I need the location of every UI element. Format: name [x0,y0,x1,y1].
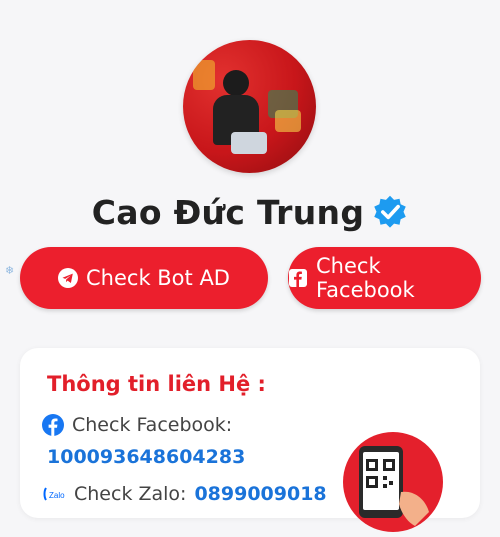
facebook-icon [288,268,308,288]
profile-header: Cao Đức Trung [0,188,500,236]
zalo-number-link[interactable]: 0899009018 [194,483,326,505]
telegram-icon [58,268,78,288]
facebook-id-link[interactable]: 100093648604283 [47,446,245,468]
facebook-contact-row: Check Facebook: [42,414,232,436]
qr-phone-icon [343,432,443,532]
check-facebook-label: Check Facebook [316,254,415,302]
verified-badge-icon [372,194,408,230]
facebook-contact-label: Check Facebook: [72,414,233,436]
check-bot-label: Check Bot AD [86,266,230,290]
profile-name: Cao Đức Trung [91,192,365,232]
contact-title: Thông tin liên Hệ : [47,372,266,396]
avatar [183,40,316,173]
check-facebook-button[interactable]: Check Facebook [288,247,481,309]
zalo-contact-label: Check Zalo: [74,483,187,505]
zalo-contact-row: Zalo Check Zalo: 0899009018 [42,483,327,505]
svg-text:Zalo: Zalo [49,491,65,500]
snowflake-icon: ❄ [5,265,15,277]
zalo-icon: Zalo [42,484,66,504]
facebook-icon [42,414,64,436]
check-bot-button[interactable]: Check Bot AD [20,247,268,309]
